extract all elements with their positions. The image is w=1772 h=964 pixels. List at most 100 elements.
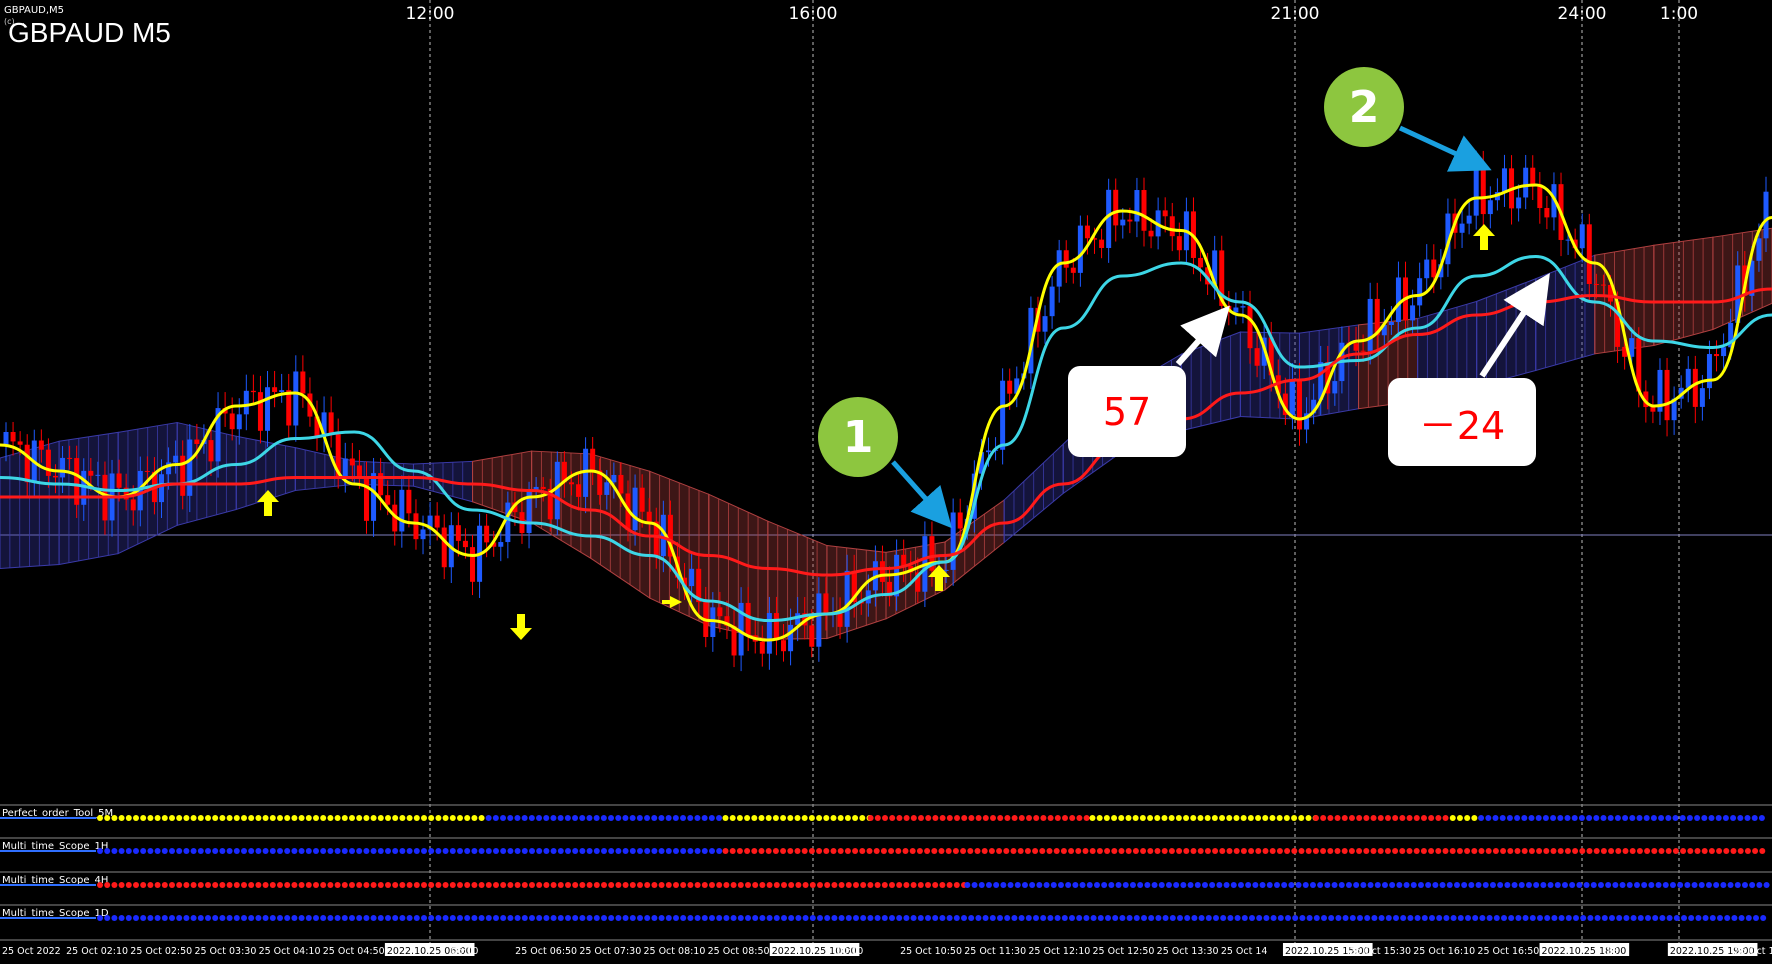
signal-dot bbox=[269, 915, 276, 921]
signal-dot bbox=[212, 915, 219, 921]
signal-dot bbox=[125, 882, 132, 888]
candle-body bbox=[52, 475, 58, 478]
signal-dot bbox=[507, 882, 514, 888]
candle-body bbox=[462, 540, 468, 548]
signal-dot bbox=[975, 915, 982, 921]
signal-dot bbox=[651, 882, 658, 888]
signal-dot bbox=[823, 815, 830, 821]
signal-dot bbox=[349, 882, 355, 888]
candle-body bbox=[773, 613, 779, 641]
signal-dot bbox=[1026, 815, 1033, 821]
signal-dot bbox=[493, 848, 499, 854]
signal-dot bbox=[111, 848, 118, 854]
signal-dot bbox=[882, 815, 889, 821]
candle-body bbox=[1134, 190, 1140, 222]
candle-body bbox=[279, 390, 285, 392]
signal-dot bbox=[1205, 915, 1212, 921]
signal-dot bbox=[449, 882, 456, 888]
signal-dot bbox=[1083, 915, 1090, 921]
signal-dot bbox=[1384, 848, 1391, 854]
candle-body bbox=[604, 482, 610, 495]
signal-dot bbox=[925, 815, 932, 821]
signal-dot bbox=[514, 815, 521, 821]
signal-dot bbox=[954, 815, 961, 821]
signal-dot bbox=[1536, 848, 1543, 854]
signal-dot bbox=[169, 882, 175, 888]
candle-body bbox=[159, 474, 165, 503]
signal-dot bbox=[1125, 815, 1132, 821]
signal-dot bbox=[1291, 848, 1298, 854]
signal-dot bbox=[1508, 915, 1515, 921]
signal-dot bbox=[952, 848, 959, 854]
candle-body bbox=[1501, 168, 1507, 193]
signal-dot bbox=[1644, 848, 1651, 854]
signal-dot bbox=[1420, 815, 1427, 821]
candle-body bbox=[632, 487, 638, 531]
signal-dot bbox=[586, 882, 593, 888]
signal-dot bbox=[97, 915, 103, 921]
signal-dot bbox=[1018, 915, 1025, 921]
signal-dot bbox=[1263, 915, 1270, 921]
signal-dot bbox=[716, 815, 723, 821]
candle-body bbox=[943, 569, 949, 571]
candle-body bbox=[1084, 225, 1090, 239]
signal-dot bbox=[716, 882, 723, 888]
top-tick-label: 24:00 bbox=[1558, 4, 1607, 24]
signal-dot bbox=[874, 882, 881, 888]
signal-dot bbox=[550, 848, 557, 854]
signal-dot bbox=[1046, 848, 1053, 854]
bottom-tick-label: 25 Oct 03:30 bbox=[194, 946, 256, 957]
signal-dot bbox=[133, 848, 139, 854]
signal-dot bbox=[751, 848, 758, 854]
signal-dot bbox=[844, 848, 851, 854]
signal-dot bbox=[485, 848, 492, 854]
signal-dot bbox=[320, 848, 327, 854]
signal-dot bbox=[205, 815, 211, 821]
signal-dot bbox=[859, 815, 866, 821]
signal-dot bbox=[1741, 882, 1748, 888]
signal-dot bbox=[492, 815, 499, 821]
signal-dot bbox=[327, 882, 334, 888]
signal-dot bbox=[1738, 915, 1745, 921]
signal-dot bbox=[133, 882, 139, 888]
signal-dot bbox=[989, 915, 996, 921]
signal-dot bbox=[1328, 915, 1335, 921]
signal-dot bbox=[363, 882, 370, 888]
candle-body bbox=[413, 513, 419, 540]
bottom-tick-label: 25 Oct 08:50 bbox=[708, 946, 770, 957]
candle-body bbox=[1063, 250, 1069, 268]
signal-dot bbox=[680, 815, 687, 821]
signal-dot bbox=[183, 815, 190, 821]
signal-dot bbox=[485, 915, 492, 921]
signal-dot bbox=[255, 848, 262, 854]
signal-dot bbox=[673, 915, 679, 921]
candle-body bbox=[250, 390, 256, 393]
signal-dot bbox=[1551, 915, 1558, 921]
candle-body bbox=[1410, 305, 1416, 321]
signal-dot bbox=[226, 915, 233, 921]
signal-dot bbox=[485, 882, 492, 888]
signal-dot bbox=[183, 915, 190, 921]
signal-dot bbox=[968, 815, 975, 821]
signal-dot bbox=[226, 848, 233, 854]
signal-dot bbox=[736, 815, 743, 821]
signal-dot bbox=[1734, 882, 1741, 888]
candle-body bbox=[1042, 316, 1048, 332]
signal-dot bbox=[759, 915, 766, 921]
signal-dot bbox=[729, 848, 736, 854]
signal-dot bbox=[1691, 882, 1698, 888]
signal-dot bbox=[183, 882, 190, 888]
signal-dot bbox=[708, 815, 715, 821]
candle-body bbox=[38, 440, 44, 450]
price-chart[interactable]: Perfect_order_Tool_5MMulti_time_Scope_1H… bbox=[0, 0, 1772, 964]
signal-dot bbox=[1104, 848, 1111, 854]
signal-dot bbox=[1705, 882, 1712, 888]
signal-dot bbox=[284, 882, 291, 888]
signal-dot bbox=[874, 915, 881, 921]
signal-dot bbox=[1219, 815, 1226, 821]
signal-dot bbox=[823, 848, 830, 854]
signal-dot bbox=[1665, 848, 1672, 854]
signal-dot bbox=[298, 848, 305, 854]
signal-dot bbox=[536, 848, 543, 854]
signal-dot bbox=[262, 882, 269, 888]
